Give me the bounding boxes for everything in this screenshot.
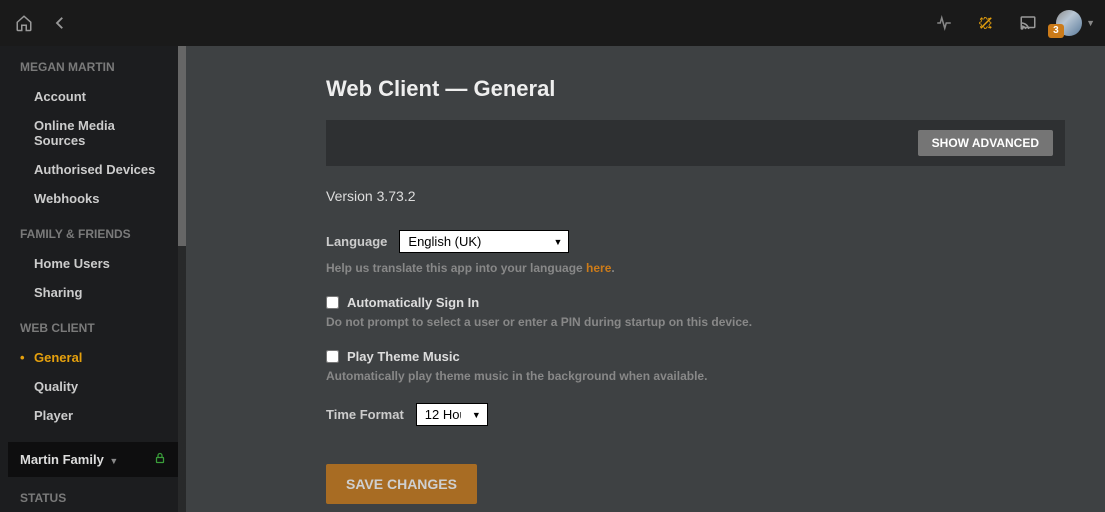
- auto-signin-checkbox[interactable]: [326, 296, 339, 309]
- translate-hint: Help us translate this app into your lan…: [326, 261, 1065, 275]
- home-icon[interactable]: [10, 9, 38, 37]
- avatar: 3: [1056, 10, 1082, 36]
- sidebar-scrollbar-thumb[interactable]: [178, 46, 186, 246]
- sidebar-item-webhooks[interactable]: Webhooks: [0, 184, 186, 213]
- theme-music-checkbox[interactable]: [326, 350, 339, 363]
- topbar: 3 ▼: [0, 0, 1105, 46]
- sidebar-item-account[interactable]: Account: [0, 82, 186, 111]
- notification-badge: 3: [1048, 24, 1064, 38]
- language-label: Language: [326, 234, 387, 249]
- settings-icon[interactable]: [972, 9, 1000, 37]
- page-title: Web Client — General: [326, 76, 1065, 102]
- activity-icon[interactable]: [930, 9, 958, 37]
- sidebar-item-authorised-devices[interactable]: Authorised Devices: [0, 155, 186, 184]
- sidebar-webclient-title: WEB CLIENT: [0, 307, 186, 343]
- time-format-label: Time Format: [326, 407, 404, 422]
- sidebar-user-name: MEGAN MARTIN: [0, 46, 186, 82]
- cast-icon[interactable]: [1014, 9, 1042, 37]
- sidebar-item-online-media[interactable]: Online Media Sources: [0, 111, 186, 155]
- save-changes-button[interactable]: SAVE CHANGES: [326, 464, 477, 504]
- sidebar-scrollbar[interactable]: [178, 46, 186, 512]
- sidebar-item-quality[interactable]: Quality: [0, 372, 186, 401]
- main-content: Web Client — General SHOW ADVANCED Versi…: [186, 46, 1105, 512]
- sidebar-family-title: FAMILY & FRIENDS: [0, 213, 186, 249]
- chevron-down-icon: ▼: [109, 456, 118, 466]
- auto-signin-label: Automatically Sign In: [347, 295, 479, 310]
- server-selector[interactable]: Martin Family ▼: [8, 442, 178, 477]
- sidebar-item-player[interactable]: Player: [0, 401, 186, 430]
- lock-icon: [154, 452, 166, 467]
- sidebar: MEGAN MARTIN Account Online Media Source…: [0, 46, 186, 512]
- sidebar-item-home-users[interactable]: Home Users: [0, 249, 186, 278]
- translate-link[interactable]: here: [586, 261, 611, 275]
- advanced-bar: SHOW ADVANCED: [326, 120, 1065, 166]
- user-menu[interactable]: 3 ▼: [1056, 10, 1095, 36]
- sidebar-status-title: STATUS: [0, 477, 186, 512]
- theme-music-label: Play Theme Music: [347, 349, 460, 364]
- back-icon[interactable]: [46, 9, 74, 37]
- chevron-down-icon: ▼: [1086, 18, 1095, 28]
- auto-signin-hint: Do not prompt to select a user or enter …: [326, 315, 1065, 329]
- time-format-select[interactable]: 12 Hour: [416, 403, 488, 426]
- language-select[interactable]: English (UK): [399, 230, 569, 253]
- version-text: Version 3.73.2: [326, 188, 1065, 204]
- sidebar-item-general[interactable]: General: [0, 343, 186, 372]
- theme-music-hint: Automatically play theme music in the ba…: [326, 369, 1065, 383]
- sidebar-item-sharing[interactable]: Sharing: [0, 278, 186, 307]
- server-name: Martin Family: [20, 452, 104, 467]
- show-advanced-button[interactable]: SHOW ADVANCED: [918, 130, 1053, 156]
